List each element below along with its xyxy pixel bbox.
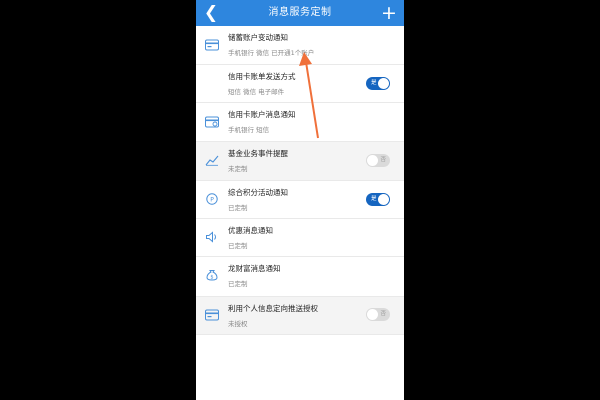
list-item-promo-notice[interactable]: 优惠消息通知 已定制 bbox=[196, 219, 404, 257]
list-item-points-activity[interactable]: P 综合积分活动通知 已定制 是 bbox=[196, 181, 404, 219]
phone-screen: ❮ 消息服务定制 + 储蓄账户变动通知 手机银行 微信 已开通1个账户 信用卡账… bbox=[196, 0, 404, 400]
notification-list: 储蓄账户变动通知 手机银行 微信 已开通1个账户 信用卡账单发送方式 短信 微信… bbox=[196, 26, 404, 335]
list-item-fund-reminder[interactable]: 基金业务事件提醒 未定制 否 bbox=[196, 142, 404, 181]
fund-chart-icon bbox=[205, 155, 219, 166]
toggle-knob bbox=[367, 309, 378, 320]
toggle-knob bbox=[367, 155, 378, 166]
points-icon: P bbox=[206, 193, 218, 205]
svg-text:$: $ bbox=[210, 275, 213, 281]
row-subtitle: 已定制 bbox=[228, 204, 248, 212]
list-item-long-wealth-notice[interactable]: $ 龙财富消息通知 已定制 bbox=[196, 257, 404, 297]
money-bag-icon: $ bbox=[206, 270, 218, 281]
svg-text:P: P bbox=[210, 196, 214, 203]
toggle-switch[interactable]: 是 bbox=[366, 193, 390, 206]
list-item-credit-bill-method[interactable]: 信用卡账单发送方式 短信 微信 电子邮件 是 bbox=[196, 65, 404, 103]
row-title: 储蓄账户变动通知 bbox=[228, 33, 288, 42]
row-subtitle: 未授权 bbox=[228, 320, 248, 328]
toggle-knob bbox=[378, 194, 389, 205]
row-subtitle: 短信 微信 电子邮件 bbox=[228, 88, 285, 96]
card-message-icon bbox=[205, 116, 219, 128]
speaker-icon bbox=[206, 231, 216, 243]
row-title: 优惠消息通知 bbox=[228, 226, 273, 235]
toggle-switch[interactable]: 是 bbox=[366, 77, 390, 90]
row-title: 龙财富消息通知 bbox=[228, 264, 281, 273]
row-subtitle: 手机银行 短信 bbox=[228, 126, 270, 134]
toggle-label: 是 bbox=[371, 196, 377, 202]
row-title: 利用个人信息定向推送授权 bbox=[228, 304, 318, 313]
row-title: 信用卡账户消息通知 bbox=[228, 110, 296, 119]
row-title: 信用卡账单发送方式 bbox=[228, 72, 296, 81]
toggle-label: 否 bbox=[380, 157, 386, 163]
toggle-switch[interactable]: 否 bbox=[366, 308, 390, 321]
header-bar: ❮ 消息服务定制 + bbox=[196, 0, 404, 26]
card-icon bbox=[205, 309, 219, 321]
toggle-label: 否 bbox=[380, 311, 386, 317]
card-icon bbox=[205, 39, 219, 51]
toggle-label: 是 bbox=[371, 80, 377, 86]
toggle-switch[interactable]: 否 bbox=[366, 154, 390, 167]
row-subtitle: 已定制 bbox=[228, 242, 248, 250]
list-item-personal-info-push-auth[interactable]: 利用个人信息定向推送授权 未授权 否 bbox=[196, 297, 404, 335]
toggle-knob bbox=[378, 78, 389, 89]
plus-icon[interactable]: + bbox=[380, 2, 398, 24]
page-title: 消息服务定制 bbox=[268, 7, 332, 18]
row-subtitle: 已定制 bbox=[228, 280, 248, 288]
row-title: 综合积分活动通知 bbox=[228, 188, 288, 197]
list-item-savings-notice[interactable]: 储蓄账户变动通知 手机银行 微信 已开通1个账户 bbox=[196, 26, 404, 65]
row-subtitle: 手机银行 微信 已开通1个账户 bbox=[228, 49, 315, 57]
row-subtitle: 未定制 bbox=[228, 165, 248, 173]
list-item-credit-account-notice[interactable]: 信用卡账户消息通知 手机银行 短信 bbox=[196, 103, 404, 142]
row-title: 基金业务事件提醒 bbox=[228, 149, 288, 158]
